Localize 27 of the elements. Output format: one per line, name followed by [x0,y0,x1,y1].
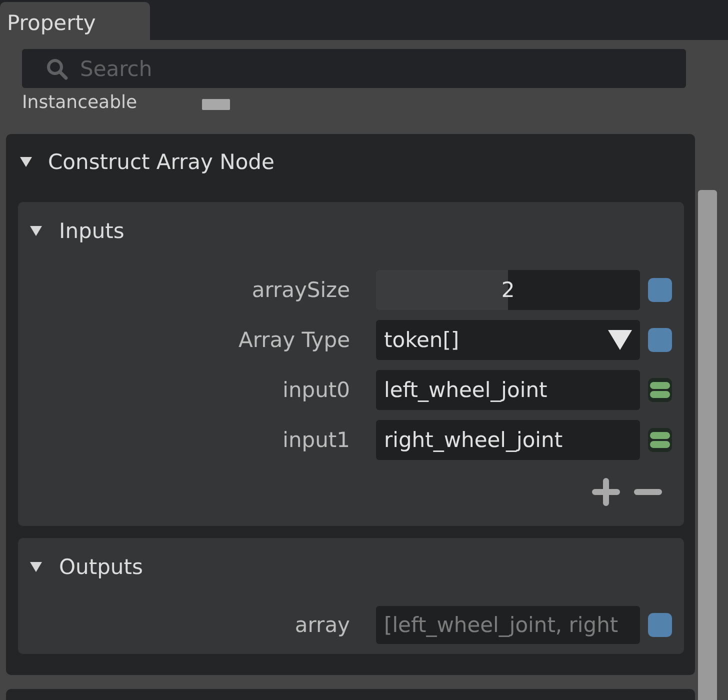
number-slider[interactable]: 2 [376,270,640,310]
scrollbar-thumb[interactable] [698,190,717,700]
property-tab[interactable]: Property [0,2,150,40]
section-title: Outputs [59,555,143,579]
text-field[interactable]: right_wheel_joint [376,420,640,460]
dropdown-arrow-icon [608,330,632,350]
collapse-triangle-icon[interactable] [30,562,42,572]
section-title: Inputs [59,219,124,243]
field-label: arraySize [250,278,350,302]
search-field[interactable]: Search [22,49,686,88]
square-port-icon[interactable] [648,278,672,302]
node-title: Construct Array Node [48,150,274,174]
read-only-field: [left_wheel_joint, right [376,606,640,644]
dropdown[interactable]: token[] [376,320,640,360]
text-field[interactable]: left_wheel_joint [376,370,640,410]
square-port-icon[interactable] [648,328,672,352]
collapse-triangle-icon[interactable] [20,157,32,167]
field-label: Array Type [238,328,350,352]
field-label: array [294,613,350,637]
square-port-icon[interactable] [648,613,672,637]
add-icon[interactable] [592,478,620,506]
checkbox[interactable] [202,98,230,110]
property-label: Instanceable [22,92,138,112]
field-label: input1 [282,428,350,452]
field-label: input0 [282,378,350,402]
search-icon [46,58,68,80]
collapse-triangle-icon[interactable] [30,226,42,236]
